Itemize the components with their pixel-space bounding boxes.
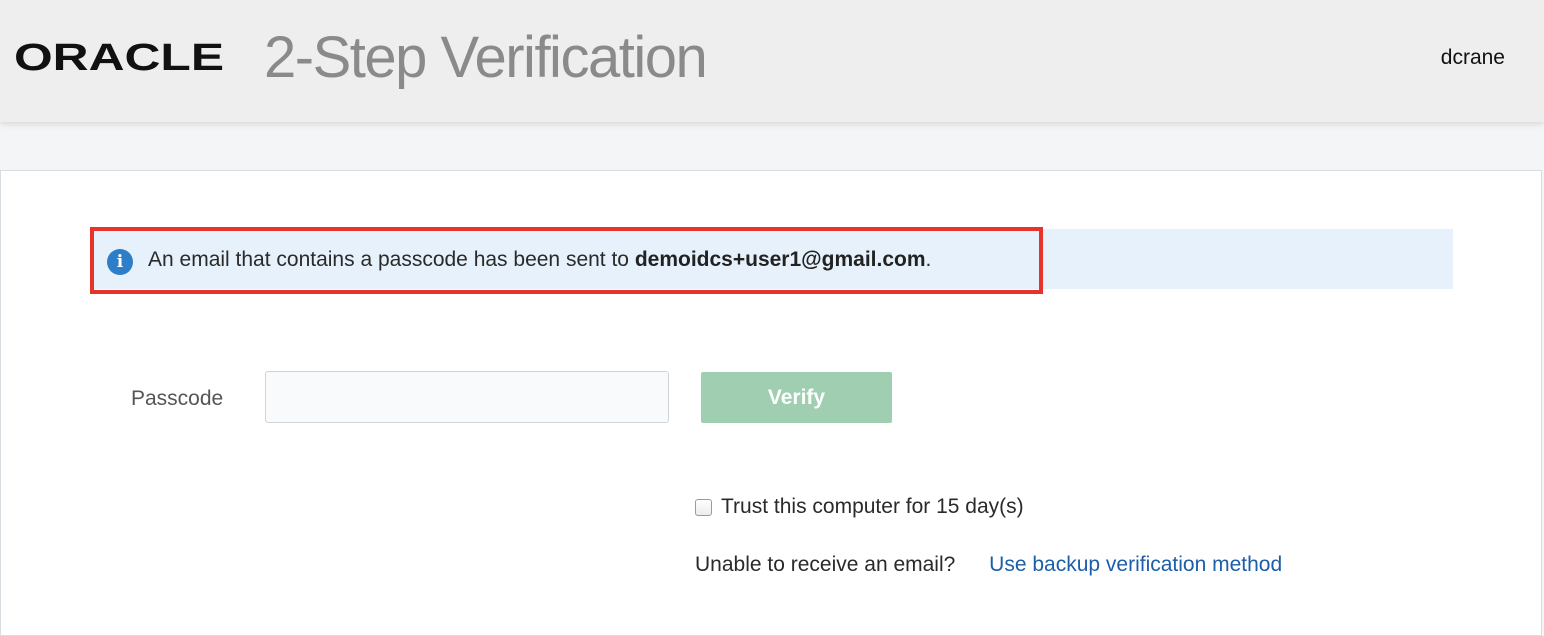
trust-computer-checkbox[interactable] — [695, 498, 712, 516]
page-title: 2-Step Verification — [264, 25, 708, 90]
backup-question: Unable to receive an email? — [695, 553, 956, 576]
info-message-prefix: An email that contains a passcode has be… — [148, 248, 635, 271]
user-menu[interactable]: dcrane — [1441, 44, 1505, 72]
header-bar: ORACLE 2-Step Verification dcrane — [0, 0, 1544, 122]
info-message: An email that contains a passcode has be… — [148, 245, 931, 275]
verification-card: i An email that contains a passcode has … — [0, 170, 1542, 636]
backup-verification-link[interactable]: Use backup verification method — [989, 553, 1282, 576]
info-icon: i — [107, 249, 133, 275]
verify-button[interactable]: Verify — [701, 372, 892, 423]
oracle-logo-text: ORACLE — [14, 37, 224, 79]
passcode-label: Passcode — [131, 387, 224, 410]
trust-computer-label[interactable]: Trust this computer for 15 day(s) — [721, 493, 1024, 521]
info-message-email: demoidcs+user1@gmail.com — [634, 248, 926, 271]
trust-computer-row[interactable]: Trust this computer for 15 day(s) — [695, 493, 1024, 521]
passcode-input[interactable] — [265, 371, 669, 423]
info-message-suffix: . — [925, 248, 932, 271]
backup-row: Unable to receive an email? Use backup v… — [695, 551, 1282, 579]
oracle-logo: ORACLE — [14, 37, 224, 79]
